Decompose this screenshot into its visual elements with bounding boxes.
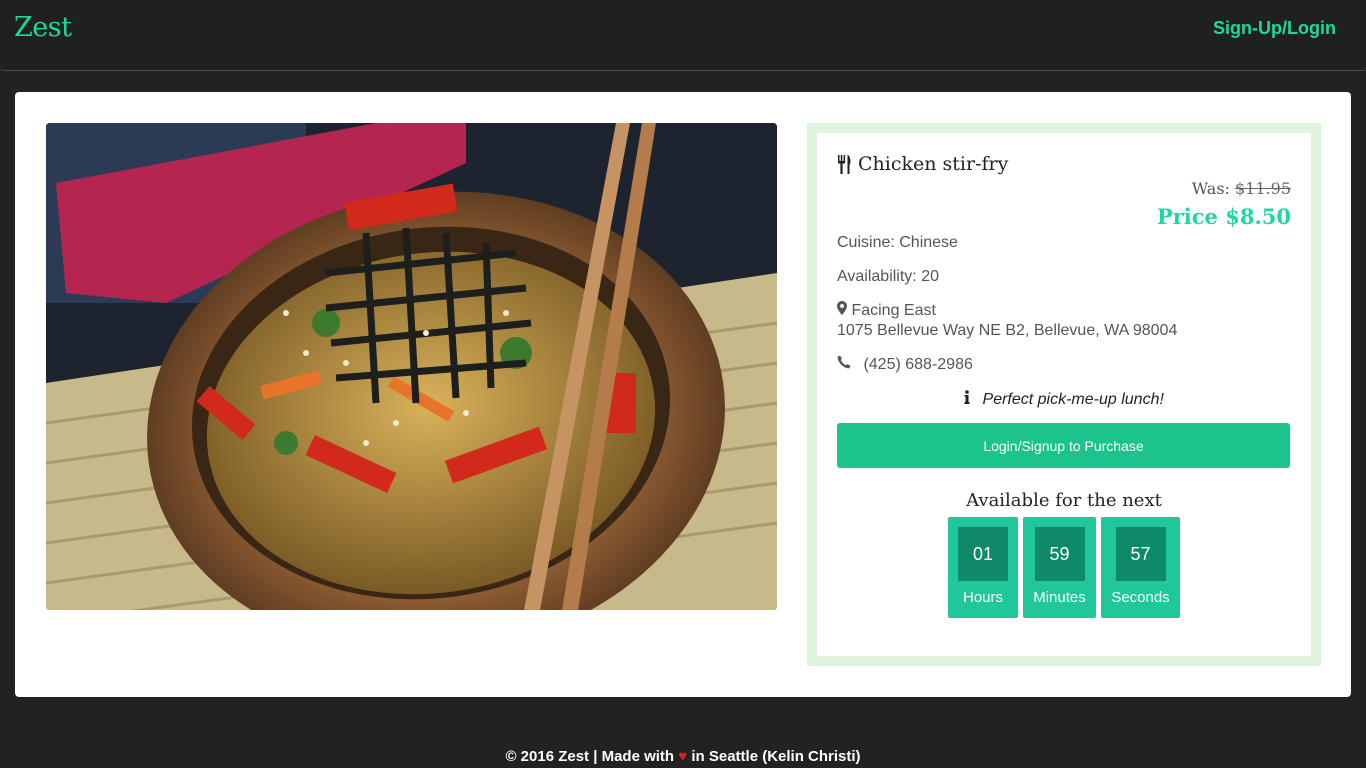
timer-hours-label: Hours xyxy=(962,589,1003,606)
footer-suffix: in Seattle (Kelin Christi) xyxy=(691,748,861,765)
item-panel: Chicken stir-fry Was: $11.95 Price $8.50… xyxy=(15,92,1351,697)
availability: Availability: 20 xyxy=(837,268,939,285)
was-price-row: Was: $11.95 xyxy=(837,179,1291,198)
timer-hours: 01 Hours xyxy=(948,517,1018,618)
timer-minutes: 59 Minutes xyxy=(1023,517,1096,618)
timer-seconds: 57 Seconds xyxy=(1101,517,1180,618)
food-image xyxy=(46,123,777,610)
map-marker-icon xyxy=(837,301,847,315)
timer-minutes-label: Minutes xyxy=(1033,589,1086,606)
heart-icon: ♥ xyxy=(678,748,688,765)
footer-prefix: © 2016 Zest | Made with xyxy=(505,748,675,765)
info-icon xyxy=(964,390,970,404)
phone-icon xyxy=(837,355,851,369)
item-info-card: Chicken stir-fry Was: $11.95 Price $8.50… xyxy=(807,123,1321,666)
navbar: Zest Sign-Up/Login xyxy=(0,0,1366,71)
timer-minutes-value: 59 xyxy=(1034,527,1085,581)
login-signup-purchase-button[interactable]: Login/Signup to Purchase xyxy=(837,423,1290,468)
item-note: Perfect pick-me-up lunch! xyxy=(982,391,1164,408)
item-title-row: Chicken stir-fry xyxy=(837,153,1291,175)
availability-countdown-label: Available for the next xyxy=(966,490,1162,511)
cutlery-icon xyxy=(837,154,852,174)
was-label: Was: xyxy=(1191,179,1230,198)
item-title: Chicken stir-fry xyxy=(858,153,1009,175)
phone-number: (425) 688-2986 xyxy=(863,356,973,373)
restaurant-name: Facing East xyxy=(851,302,936,319)
phone-row: (425) 688-2986 xyxy=(837,355,1291,375)
restaurant-address: 1075 Bellevue Way NE B2, Bellevue, WA 98… xyxy=(837,322,1178,339)
timer-seconds-label: Seconds xyxy=(1111,589,1170,606)
signup-login-link[interactable]: Sign-Up/Login xyxy=(1213,18,1336,39)
was-price: $11.95 xyxy=(1235,179,1291,198)
item-info: Chicken stir-fry Was: $11.95 Price $8.50… xyxy=(817,133,1311,656)
brand-logo[interactable]: Zest xyxy=(14,12,72,43)
current-price: Price $8.50 xyxy=(1156,204,1291,229)
countdown-timer: 01 Hours 59 Minutes 57 Seconds xyxy=(837,517,1291,618)
timer-seconds-value: 57 xyxy=(1115,527,1166,581)
item-note-row: Perfect pick-me-up lunch! xyxy=(837,390,1291,409)
cuisine: Cuisine: Chinese xyxy=(837,234,958,251)
timer-hours-value: 01 xyxy=(958,527,1008,581)
footer: © 2016 Zest | Made with ♥ in Seattle (Ke… xyxy=(0,748,1366,765)
restaurant-location: Facing East 1075 Bellevue Way NE B2, Bel… xyxy=(837,301,1291,341)
